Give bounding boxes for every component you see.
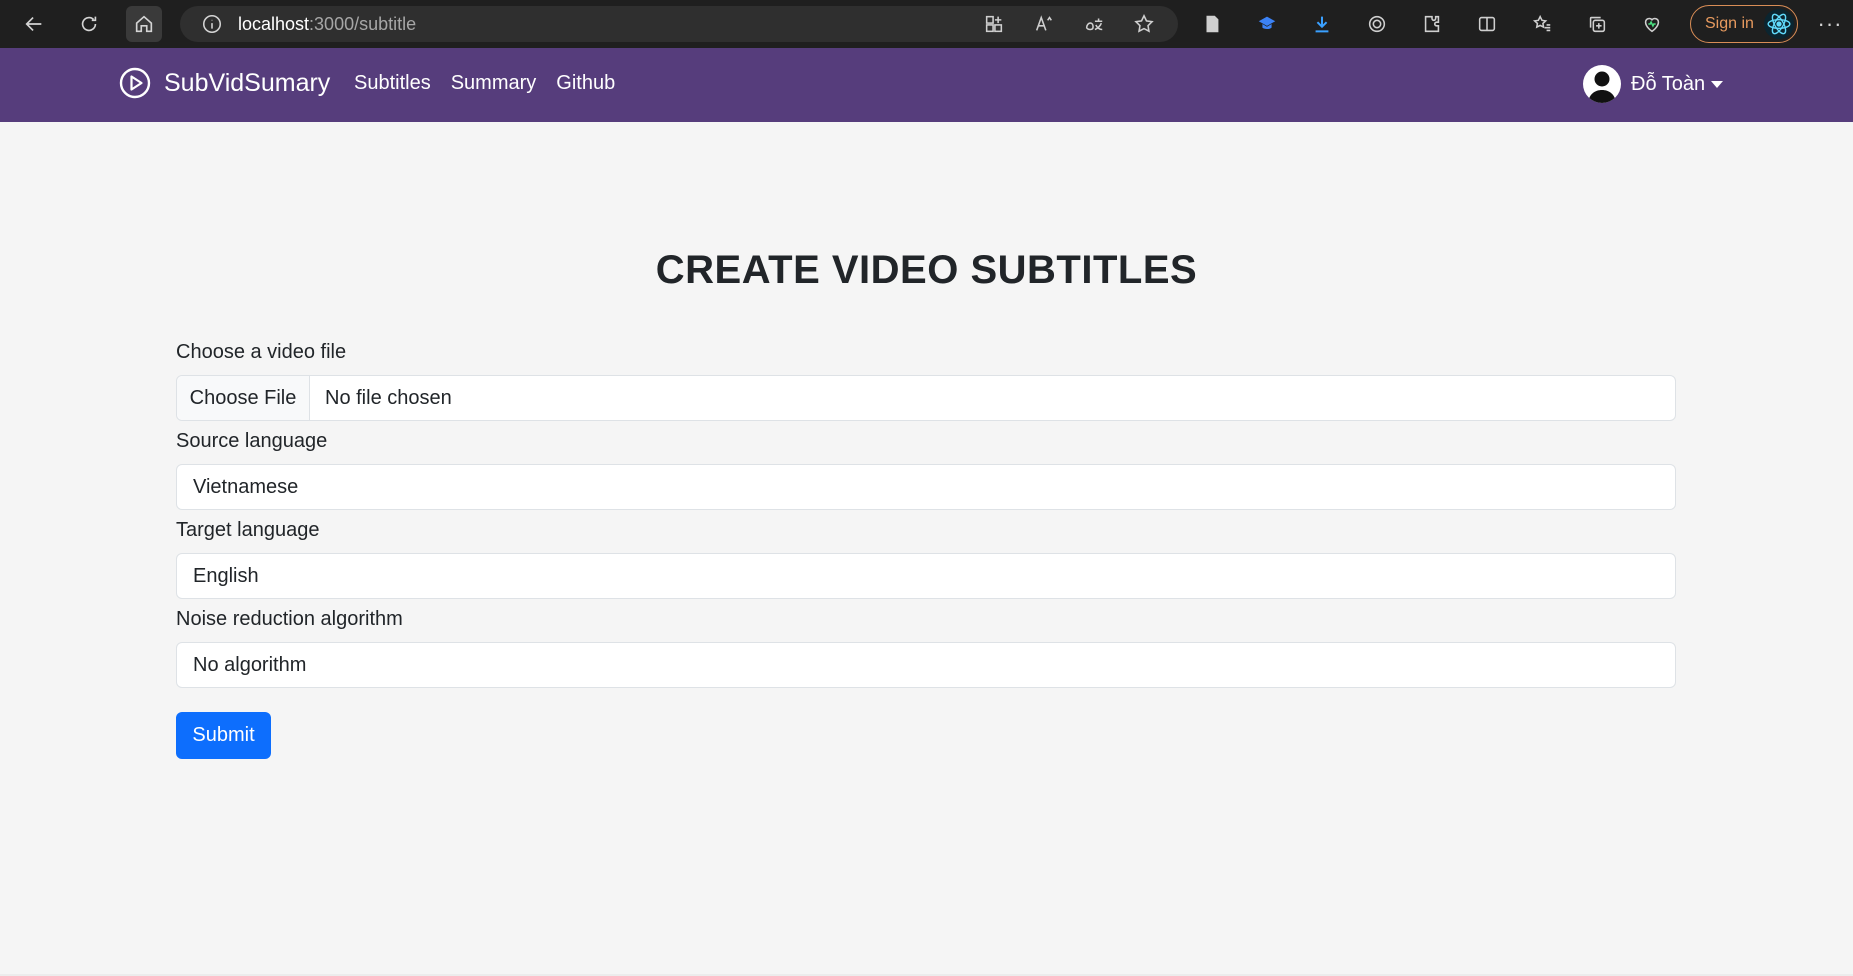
browser-toolbar: localhost:3000/subtitle Sign in ··· — [0, 0, 1853, 48]
translate-icon[interactable] — [1076, 6, 1112, 42]
target-language-value: English — [193, 564, 259, 587]
address-bar[interactable]: localhost:3000/subtitle — [180, 6, 1178, 42]
back-arrow-icon — [25, 16, 42, 32]
favorites-list-icon[interactable] — [1524, 6, 1560, 42]
user-dropdown[interactable]: Đỗ Toàn — [1583, 65, 1724, 103]
more-ellipsis-icon: ··· — [1817, 11, 1843, 36]
nav-link-summary[interactable]: Summary — [451, 72, 537, 95]
app-available-icon[interactable] — [976, 6, 1012, 42]
choose-file-button[interactable]: Choose File — [177, 376, 310, 420]
video-file-input[interactable]: Choose File No file chosen — [176, 375, 1676, 421]
target-language-label: Target language — [176, 519, 320, 541]
read-aloud-icon[interactable] — [1026, 6, 1062, 42]
browser-essentials-icon[interactable] — [1634, 6, 1670, 42]
home-icon — [135, 15, 153, 33]
subtitle-form: Choose a video file Choose File No file … — [176, 338, 1676, 759]
source-language-select[interactable]: Vietnamese — [176, 464, 1676, 510]
site-info-icon[interactable] — [200, 12, 224, 36]
url-host: localhost — [238, 13, 310, 34]
collections-icon[interactable] — [1579, 6, 1615, 42]
home-button[interactable] — [126, 6, 162, 42]
url-text[interactable]: localhost:3000/subtitle — [238, 14, 416, 35]
react-profile-icon — [1764, 9, 1794, 39]
play-circle-icon — [119, 67, 151, 99]
user-avatar-icon — [1583, 65, 1621, 103]
download-icon[interactable] — [1304, 6, 1340, 42]
app-navbar: SubVidSumary Subtitles Summary Github Đỗ… — [0, 48, 1853, 122]
favorite-star-icon[interactable] — [1126, 6, 1162, 42]
sign-in-label: Sign in — [1705, 15, 1754, 32]
brand-link[interactable]: SubVidSumary — [118, 66, 330, 100]
file-status-text: No file chosen — [325, 386, 452, 409]
back-button[interactable] — [16, 6, 52, 42]
source-language-label: Source language — [176, 430, 328, 452]
target-extension-icon[interactable] — [1359, 6, 1395, 42]
sign-in-button[interactable]: Sign in — [1690, 5, 1798, 43]
user-name: Đỗ Toàn — [1631, 72, 1706, 95]
source-language-value: Vietnamese — [193, 475, 299, 498]
dropdown-caret-icon — [1711, 80, 1724, 88]
page-title: CREATE VIDEO SUBTITLES — [655, 248, 1198, 292]
url-path: :3000/subtitle — [309, 13, 417, 34]
brand-name: SubVidSumary — [164, 68, 331, 97]
document-extension-icon[interactable] — [1194, 6, 1230, 42]
extensions-puzzle-icon[interactable] — [1414, 6, 1450, 42]
noise-reduction-value: No algorithm — [193, 653, 307, 676]
nav-link-subtitles[interactable]: Subtitles — [354, 72, 431, 95]
video-file-label: Choose a video file — [176, 341, 347, 363]
more-menu-button[interactable]: ··· — [1812, 6, 1848, 42]
target-language-select[interactable]: English — [176, 553, 1676, 599]
reload-button[interactable] — [71, 6, 107, 42]
nav-link-github[interactable]: Github — [556, 72, 615, 95]
split-screen-icon[interactable] — [1469, 6, 1505, 42]
noise-reduction-label: Noise reduction algorithm — [176, 608, 403, 630]
graduation-cap-extension-icon[interactable] — [1249, 6, 1285, 42]
submit-button[interactable]: Submit — [176, 712, 271, 759]
noise-reduction-select[interactable]: No algorithm — [176, 642, 1676, 688]
reload-icon — [81, 16, 97, 32]
